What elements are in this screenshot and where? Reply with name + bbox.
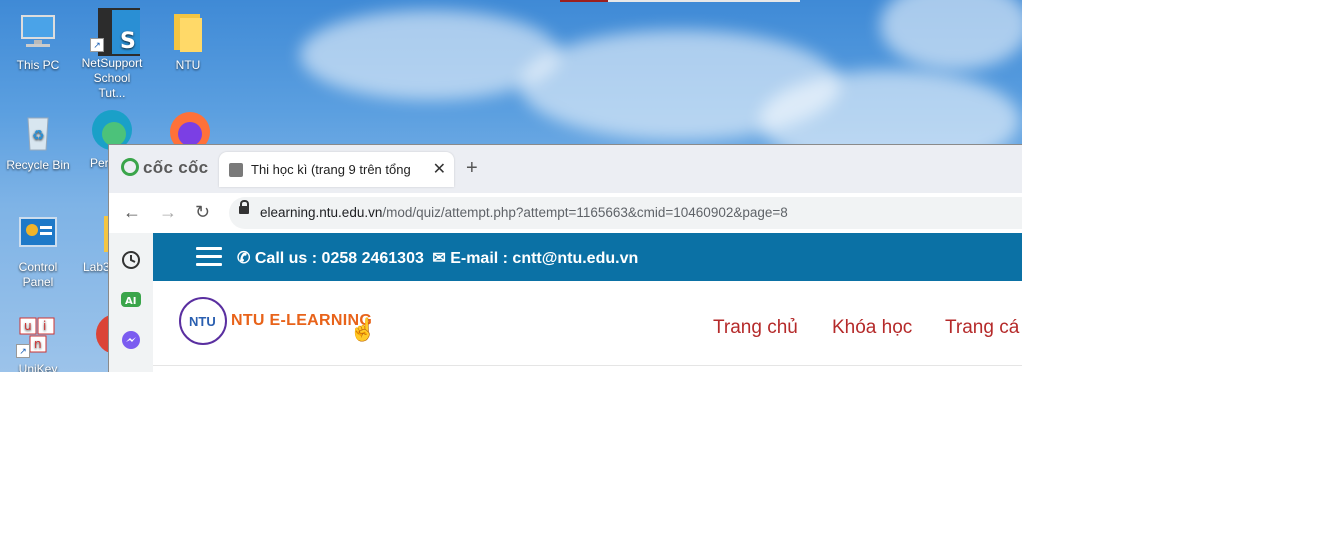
svg-text:u: u (24, 319, 32, 333)
svg-text:S: S (120, 29, 136, 54)
tab-strip: cốc cốc Thi học kì (trang 9 trên tổng ✕ … (109, 145, 1022, 193)
url-text[interactable]: elearning.ntu.edu.vn/mod/quiz/attempt.ph… (260, 205, 788, 220)
ai-icon-label: AI (125, 296, 136, 307)
brand-text: cốc cốc (143, 158, 209, 177)
desktop-icon-recycle-bin[interactable]: ♻ Recycle Bin (6, 110, 70, 173)
screenshot-area: This PC S ↗ NetSupport School Tut... NTU… (0, 0, 1022, 372)
tab-active[interactable]: Thi học kì (trang 9 trên tổng ✕ (219, 152, 454, 187)
nav-courses[interactable]: Khóa học (832, 317, 912, 339)
forward-button[interactable]: → (159, 201, 177, 223)
lock-icon[interactable] (239, 200, 249, 214)
email-text[interactable]: E-mail : cntt@ntu.edu.vn (450, 250, 638, 267)
desktop-icon-label: Control Panel (18, 260, 58, 289)
recycle-bin-icon: ♻ (16, 110, 60, 154)
mail-icon: ✉ (432, 250, 446, 267)
unikey-icon: uin ↗ (16, 314, 60, 358)
new-tab-button[interactable]: + (466, 158, 478, 178)
hamburger-menu-icon[interactable] (196, 247, 222, 267)
nav-home[interactable]: Trang chủ (713, 317, 798, 339)
tab-title: Thi học kì (trang 9 trên tổng (251, 162, 411, 177)
address-bar[interactable]: elearning.ntu.edu.vn/mod/quiz/attempt.ph… (229, 197, 1022, 229)
contact-info: ✆ Call us : 0258 2461303 ✉ E-mail : cntt… (237, 248, 638, 268)
url-path: /mod/quiz/attempt.php?attempt=1165663&cm… (382, 205, 788, 220)
desktop-icon-label: UniKey (18, 362, 58, 372)
svg-text:n: n (34, 337, 42, 351)
web-page: ✆ Call us : 0258 2461303 ✉ E-mail : cntt… (153, 233, 1022, 372)
svg-text:♻: ♻ (32, 127, 45, 143)
ntu-logo[interactable]: NTU (179, 297, 227, 345)
contact-bar: ✆ Call us : 0258 2461303 ✉ E-mail : cntt… (153, 233, 1022, 281)
desktop-icon-this-pc[interactable]: This PC (6, 10, 70, 73)
desktop-icon-label: NetSupport School Tut... (81, 56, 143, 100)
desktop-icon-label: Recycle Bin (6, 158, 70, 172)
coccoc-logo-icon (121, 158, 139, 176)
desktop-icon-label: NTU (175, 58, 201, 72)
ntu-logo-text: NTU (189, 314, 216, 329)
call-us-text: Call us : 0258 2461303 (254, 250, 424, 267)
url-host: elearning.ntu.edu.vn (260, 205, 383, 220)
reload-button[interactable]: ↻ (195, 201, 210, 223)
desktop-icon-control-panel[interactable]: Control Panel (6, 212, 70, 290)
nav-personal[interactable]: Trang cá (945, 317, 1019, 339)
history-icon[interactable] (120, 249, 142, 271)
page-favicon-icon (229, 163, 243, 177)
tab-close-icon[interactable]: ✕ (433, 159, 446, 179)
messenger-icon[interactable] (120, 329, 142, 351)
desktop-icon-ntu[interactable]: NTU (156, 10, 220, 73)
pointer-hand-icon: ☝ (349, 317, 377, 342)
control-panel-icon (16, 212, 60, 256)
coccoc-brand[interactable]: cốc cốc (121, 158, 208, 178)
desktop-icon-netsupport[interactable]: S ↗ NetSupport School Tut... (80, 8, 146, 101)
desktop-icon-unikey[interactable]: uin ↗ UniKey (6, 314, 70, 372)
toolbar: ← → ↻ elearning.ntu.edu.vn/mod/quiz/atte… (109, 193, 1022, 233)
site-header: NTU NTU E-LEARNING ☝ Trang chủ Khóa học … (153, 281, 1022, 366)
folder-icon (166, 10, 210, 54)
computer-icon (16, 10, 60, 54)
desktop-icon-label: This PC (16, 58, 60, 72)
window-edge (560, 0, 800, 2)
side-panel: AI (109, 233, 153, 372)
browser-window: cốc cốc Thi học kì (trang 9 trên tổng ✕ … (108, 144, 1022, 372)
back-button[interactable]: ← (123, 201, 141, 223)
phone-icon: ✆ (237, 250, 251, 267)
netsupport-icon: S ↗ (90, 8, 146, 56)
ai-icon[interactable]: AI (120, 289, 142, 311)
svg-text:i: i (43, 319, 46, 333)
